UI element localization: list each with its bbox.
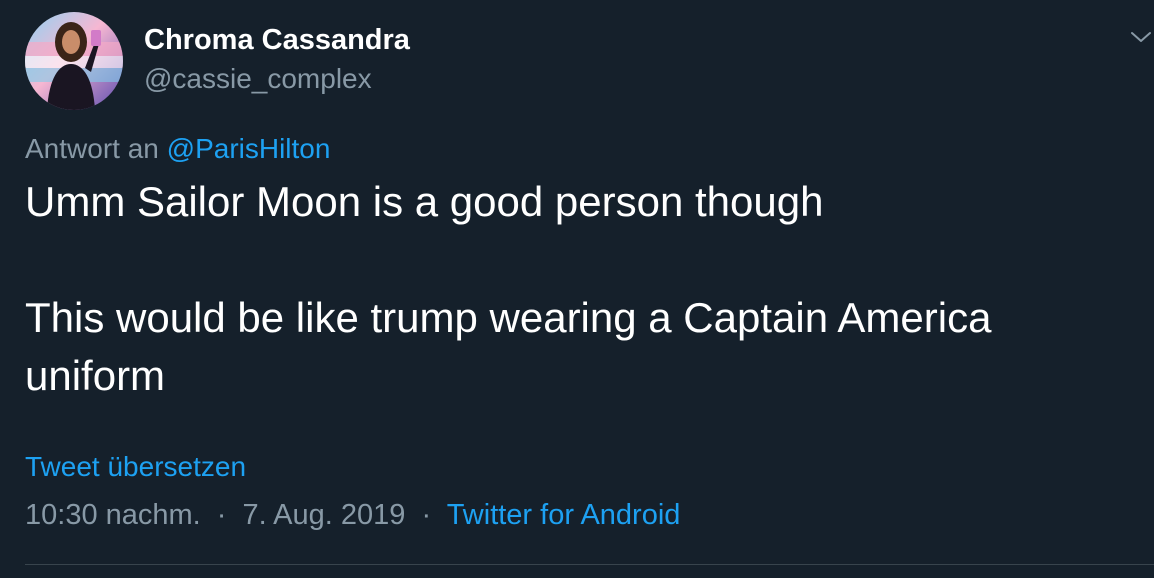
- meta-separator: ·: [216, 499, 227, 531]
- tweet-meta: 10:30 nachm. · 7. Aug. 2019 · Twitter fo…: [25, 499, 680, 532]
- reply-context: Antwort an @ParisHilton: [25, 133, 330, 165]
- reply-mention-link[interactable]: @ParisHilton: [167, 133, 331, 164]
- tweet-paragraph: This would be like trump wearing a Capta…: [25, 294, 992, 399]
- reply-prefix: Antwort an: [25, 133, 159, 164]
- tweet-text: Umm Sailor Moon is a good person though …: [25, 173, 1125, 405]
- chevron-down-icon[interactable]: [1128, 26, 1154, 48]
- user-display-name[interactable]: Chroma Cassandra: [144, 24, 410, 57]
- tweet-container: Chroma Cassandra @cassie_complex Antwort…: [0, 0, 1154, 578]
- tweet-source-link[interactable]: Twitter for Android: [447, 499, 681, 531]
- tweet-date[interactable]: 7. Aug. 2019: [243, 499, 406, 531]
- user-handle[interactable]: @cassie_complex: [144, 63, 372, 95]
- tweet-time[interactable]: 10:30 nachm.: [25, 499, 201, 531]
- avatar-image: [25, 12, 123, 110]
- meta-separator: ·: [421, 499, 432, 531]
- tweet-paragraph: Umm Sailor Moon is a good person though: [25, 178, 824, 225]
- avatar[interactable]: [25, 12, 123, 110]
- divider: [25, 564, 1154, 565]
- translate-tweet-link[interactable]: Tweet übersetzen: [25, 451, 246, 483]
